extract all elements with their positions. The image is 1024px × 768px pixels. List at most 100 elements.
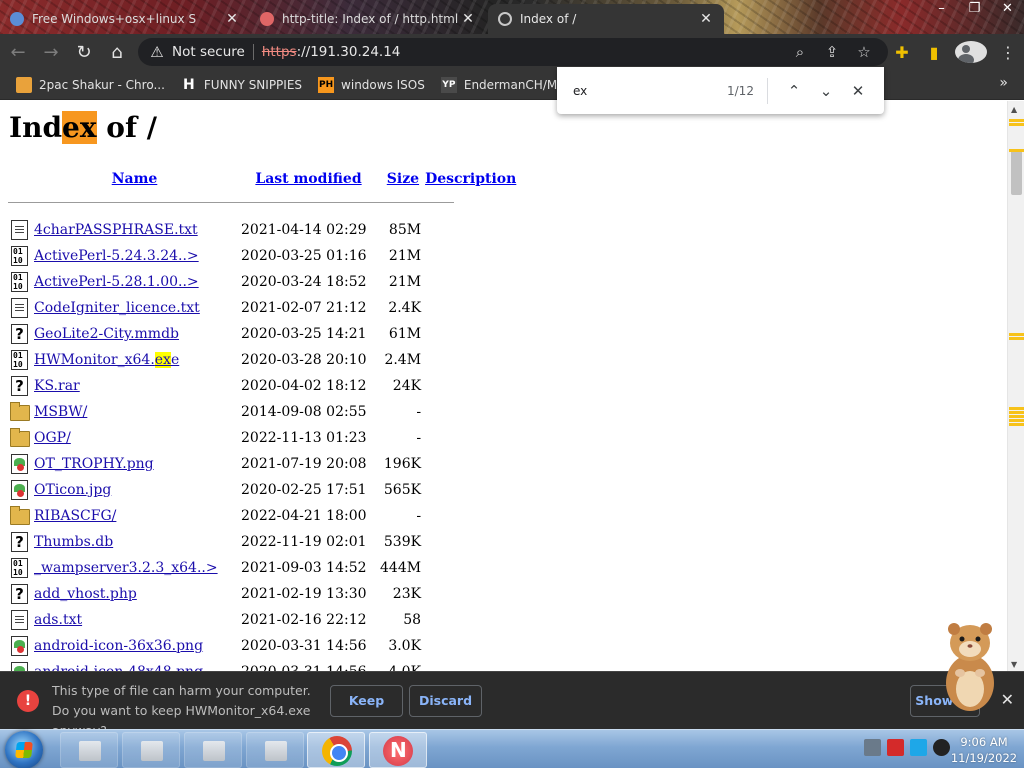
- back-arrow-icon[interactable]: ←: [3, 37, 33, 67]
- image-file-icon: [11, 454, 28, 474]
- app-taskbar-button[interactable]: [369, 732, 427, 768]
- tray-flag-icon[interactable]: [887, 739, 904, 756]
- discard-button[interactable]: Discard: [409, 685, 482, 717]
- find-mark: [1009, 123, 1024, 126]
- table-row: android-icon-48x48.png 2020-03-31 14:564.…: [8, 659, 518, 671]
- file-link[interactable]: add_vhost.php: [34, 586, 137, 602]
- tab-http-title[interactable]: http-title: Index of / http.html ✕: [250, 4, 486, 34]
- file-link[interactable]: HWMonitor_x64.exe: [34, 352, 179, 368]
- file-name-cell: add_vhost.php: [32, 581, 237, 607]
- find-match-count: 1/12: [727, 83, 754, 98]
- file-link[interactable]: OGP/: [34, 430, 71, 446]
- name-header-link[interactable]: Name: [32, 167, 237, 191]
- forward-arrow-icon[interactable]: →: [36, 37, 66, 67]
- file-size: 2.4M: [384, 352, 422, 368]
- chevron-down-icon[interactable]: ⌄: [810, 82, 842, 100]
- modified-header-link[interactable]: Last modified: [237, 167, 380, 191]
- file-description: [421, 529, 518, 555]
- scroll-down-icon[interactable]: ▼: [1011, 660, 1017, 669]
- file-icon-cell: [8, 607, 32, 633]
- bookmark-item[interactable]: H FUNNY SNIPPIES: [181, 77, 302, 93]
- close-window-icon[interactable]: ✕: [991, 0, 1024, 20]
- file-modified: 2021-07-19 20:08: [241, 456, 367, 472]
- danger-warning-icon: !: [17, 690, 39, 712]
- table-row: ? add_vhost.php 2021-02-19 13:30 23K: [8, 581, 518, 607]
- bookmark-item[interactable]: PH windows ISOS: [318, 76, 425, 93]
- find-mark: [1009, 411, 1024, 414]
- file-name-cell: HWMonitor_x64.exe: [32, 347, 237, 373]
- minimize-icon[interactable]: –: [925, 0, 958, 20]
- file-link[interactable]: _wampserver3.2.3_x64..>: [34, 560, 218, 576]
- file-link[interactable]: MSBW/: [34, 404, 87, 420]
- side-panel-icon[interactable]: ▮: [918, 43, 950, 62]
- text-file-icon: [11, 220, 28, 240]
- title-text: Ind: [9, 111, 63, 144]
- share-icon[interactable]: ⇪: [816, 43, 848, 61]
- chevron-up-icon[interactable]: ⌃: [778, 82, 810, 100]
- tray-volume-icon[interactable]: [933, 739, 950, 756]
- close-tab-icon[interactable]: ✕: [224, 11, 240, 27]
- file-link[interactable]: RIBASCFG/: [34, 508, 116, 524]
- close-tab-icon[interactable]: ✕: [460, 11, 476, 27]
- profile-avatar-icon[interactable]: [955, 41, 987, 63]
- download-bar: ! This type of file can harm your comput…: [0, 671, 1024, 738]
- close-tab-icon[interactable]: ✕: [698, 11, 714, 27]
- close-icon[interactable]: ✕: [842, 82, 874, 100]
- file-link[interactable]: Thumbs.db: [34, 534, 113, 550]
- file-modified: 2021-09-03 14:52: [241, 560, 367, 576]
- file-link[interactable]: OT_TROPHY.png: [34, 456, 154, 472]
- taskbar-app-button[interactable]: [246, 732, 304, 768]
- address-bar[interactable]: ⚠ Not secure https://191.30.24.14 ⌕ ⇪ ☆: [138, 38, 888, 66]
- keep-button[interactable]: Keep: [330, 685, 403, 717]
- page-scrollbar[interactable]: ▲ ▼: [1007, 101, 1024, 671]
- file-link[interactable]: android-icon-36x36.png: [34, 638, 203, 654]
- size-header-link[interactable]: Size: [380, 167, 421, 191]
- file-link[interactable]: OTicon.jpg: [34, 482, 111, 498]
- extensions-puzzle-icon[interactable]: ✚: [886, 43, 918, 62]
- url-text[interactable]: https://191.30.24.14: [262, 44, 401, 60]
- binary-file-icon: [11, 350, 28, 370]
- find-input[interactable]: [573, 83, 713, 98]
- file-link[interactable]: 4charPASSPHRASE.txt: [34, 222, 198, 238]
- restore-icon[interactable]: ❐: [958, 0, 991, 20]
- more-menu-icon[interactable]: ⋮: [992, 43, 1024, 62]
- tab-free-windows[interactable]: Free Windows+osx+linux S ✕: [0, 4, 250, 34]
- start-button[interactable]: [5, 731, 43, 768]
- file-link[interactable]: ActivePerl-5.24.3.24..>: [34, 248, 199, 264]
- zoom-icon[interactable]: ⌕: [784, 43, 816, 61]
- taskbar-clock[interactable]: 9:06 AM 11/19/2022: [950, 734, 1018, 766]
- scroll-up-icon[interactable]: ▲: [1011, 105, 1017, 114]
- find-mark: [1009, 415, 1024, 418]
- warning-triangle-icon[interactable]: ⚠: [148, 43, 166, 61]
- file-link[interactable]: ads.txt: [34, 612, 82, 628]
- taskbar-app-button[interactable]: [60, 732, 118, 768]
- tray-display-icon[interactable]: [910, 739, 927, 756]
- file-link[interactable]: KS.rar: [34, 378, 80, 394]
- chrome-taskbar-button[interactable]: [307, 732, 365, 768]
- scrollbar-thumb[interactable]: [1011, 149, 1022, 195]
- file-description: [421, 477, 518, 503]
- file-link[interactable]: ActivePerl-5.28.1.00..>: [34, 274, 199, 290]
- taskbar-app-button[interactable]: [122, 732, 180, 768]
- page-title: Index of /: [9, 111, 157, 144]
- home-icon[interactable]: ⌂: [102, 37, 132, 67]
- taskbar-app-button[interactable]: [184, 732, 242, 768]
- file-link[interactable]: GeoLite2-City.mmdb: [34, 326, 179, 342]
- bookmark-item[interactable]: 2pac Shakur - Chro...: [16, 76, 165, 93]
- file-modified: 2022-04-21 18:00: [241, 508, 367, 524]
- file-modified: 2020-03-25 14:21: [241, 326, 367, 342]
- file-link[interactable]: CodeIgniter_licence.txt: [34, 300, 200, 316]
- reload-icon[interactable]: ↻: [69, 37, 99, 67]
- security-status[interactable]: Not secure: [172, 44, 245, 60]
- file-modified: 2020-02-25 17:51: [241, 482, 367, 498]
- file-icon-cell: [8, 503, 32, 529]
- description-header-link[interactable]: Description: [421, 167, 518, 191]
- tab-index-of[interactable]: Index of / ✕: [488, 4, 724, 34]
- table-row: _wampserver3.2.3_x64..> 2021-09-03 14:52 4…: [8, 555, 518, 581]
- file-link[interactable]: android-icon-48x48.png: [34, 664, 203, 671]
- bookmark-star-icon[interactable]: ☆: [848, 43, 880, 61]
- tray-network-icon[interactable]: [864, 739, 881, 756]
- table-row: ActivePerl-5.24.3.24..> 2020-03-25 01:16 2…: [8, 243, 518, 269]
- bookmarks-overflow-icon[interactable]: »: [999, 75, 1008, 91]
- close-download-bar-icon[interactable]: ✕: [1001, 690, 1014, 709]
